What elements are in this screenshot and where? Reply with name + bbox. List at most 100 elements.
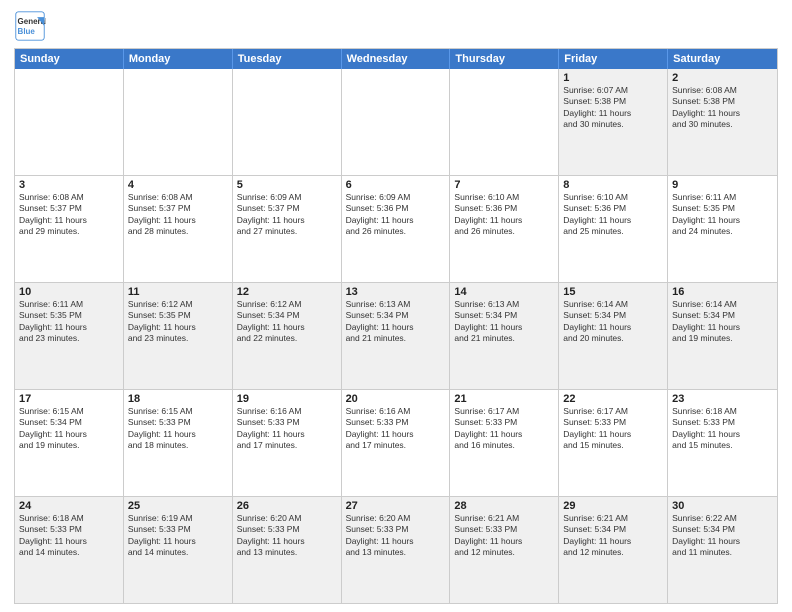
day-info: Sunrise: 6:13 AM Sunset: 5:34 PM Dayligh…: [346, 299, 446, 345]
day-number: 3: [19, 179, 119, 191]
day-cell-14: 14Sunrise: 6:13 AM Sunset: 5:34 PM Dayli…: [450, 283, 559, 389]
logo: General Blue: [14, 10, 46, 42]
day-cell-24: 24Sunrise: 6:18 AM Sunset: 5:33 PM Dayli…: [15, 497, 124, 603]
day-cell-30: 30Sunrise: 6:22 AM Sunset: 5:34 PM Dayli…: [668, 497, 777, 603]
header: General Blue: [14, 10, 778, 42]
empty-cell-0-4: [450, 69, 559, 175]
day-number: 5: [237, 179, 337, 191]
day-info: Sunrise: 6:14 AM Sunset: 5:34 PM Dayligh…: [672, 299, 773, 345]
day-number: 6: [346, 179, 446, 191]
day-info: Sunrise: 6:20 AM Sunset: 5:33 PM Dayligh…: [346, 513, 446, 559]
day-cell-20: 20Sunrise: 6:16 AM Sunset: 5:33 PM Dayli…: [342, 390, 451, 496]
calendar-row-5: 24Sunrise: 6:18 AM Sunset: 5:33 PM Dayli…: [15, 496, 777, 603]
day-number: 4: [128, 179, 228, 191]
day-info: Sunrise: 6:17 AM Sunset: 5:33 PM Dayligh…: [563, 406, 663, 452]
day-info: Sunrise: 6:07 AM Sunset: 5:38 PM Dayligh…: [563, 85, 663, 131]
day-number: 20: [346, 393, 446, 405]
day-info: Sunrise: 6:12 AM Sunset: 5:35 PM Dayligh…: [128, 299, 228, 345]
day-info: Sunrise: 6:15 AM Sunset: 5:34 PM Dayligh…: [19, 406, 119, 452]
day-cell-27: 27Sunrise: 6:20 AM Sunset: 5:33 PM Dayli…: [342, 497, 451, 603]
day-number: 29: [563, 500, 663, 512]
calendar-header: SundayMondayTuesdayWednesdayThursdayFrid…: [15, 49, 777, 69]
day-number: 10: [19, 286, 119, 298]
day-cell-26: 26Sunrise: 6:20 AM Sunset: 5:33 PM Dayli…: [233, 497, 342, 603]
day-number: 14: [454, 286, 554, 298]
day-number: 8: [563, 179, 663, 191]
day-cell-12: 12Sunrise: 6:12 AM Sunset: 5:34 PM Dayli…: [233, 283, 342, 389]
day-number: 18: [128, 393, 228, 405]
day-info: Sunrise: 6:11 AM Sunset: 5:35 PM Dayligh…: [672, 192, 773, 238]
calendar-row-4: 17Sunrise: 6:15 AM Sunset: 5:34 PM Dayli…: [15, 389, 777, 496]
empty-cell-0-3: [342, 69, 451, 175]
day-info: Sunrise: 6:16 AM Sunset: 5:33 PM Dayligh…: [237, 406, 337, 452]
weekday-header-sunday: Sunday: [15, 49, 124, 69]
day-cell-6: 6Sunrise: 6:09 AM Sunset: 5:36 PM Daylig…: [342, 176, 451, 282]
day-info: Sunrise: 6:12 AM Sunset: 5:34 PM Dayligh…: [237, 299, 337, 345]
day-number: 27: [346, 500, 446, 512]
logo-icon: General Blue: [14, 10, 46, 42]
day-cell-29: 29Sunrise: 6:21 AM Sunset: 5:34 PM Dayli…: [559, 497, 668, 603]
day-cell-4: 4Sunrise: 6:08 AM Sunset: 5:37 PM Daylig…: [124, 176, 233, 282]
calendar-body: 1Sunrise: 6:07 AM Sunset: 5:38 PM Daylig…: [15, 69, 777, 603]
day-number: 19: [237, 393, 337, 405]
day-cell-1: 1Sunrise: 6:07 AM Sunset: 5:38 PM Daylig…: [559, 69, 668, 175]
day-info: Sunrise: 6:08 AM Sunset: 5:38 PM Dayligh…: [672, 85, 773, 131]
day-info: Sunrise: 6:14 AM Sunset: 5:34 PM Dayligh…: [563, 299, 663, 345]
day-number: 16: [672, 286, 773, 298]
weekday-header-monday: Monday: [124, 49, 233, 69]
day-cell-2: 2Sunrise: 6:08 AM Sunset: 5:38 PM Daylig…: [668, 69, 777, 175]
day-cell-7: 7Sunrise: 6:10 AM Sunset: 5:36 PM Daylig…: [450, 176, 559, 282]
day-number: 24: [19, 500, 119, 512]
day-number: 9: [672, 179, 773, 191]
day-info: Sunrise: 6:16 AM Sunset: 5:33 PM Dayligh…: [346, 406, 446, 452]
day-cell-16: 16Sunrise: 6:14 AM Sunset: 5:34 PM Dayli…: [668, 283, 777, 389]
day-number: 26: [237, 500, 337, 512]
day-cell-3: 3Sunrise: 6:08 AM Sunset: 5:37 PM Daylig…: [15, 176, 124, 282]
day-number: 21: [454, 393, 554, 405]
day-info: Sunrise: 6:09 AM Sunset: 5:37 PM Dayligh…: [237, 192, 337, 238]
day-info: Sunrise: 6:18 AM Sunset: 5:33 PM Dayligh…: [19, 513, 119, 559]
day-number: 12: [237, 286, 337, 298]
svg-text:Blue: Blue: [18, 27, 36, 36]
day-info: Sunrise: 6:08 AM Sunset: 5:37 PM Dayligh…: [19, 192, 119, 238]
day-cell-15: 15Sunrise: 6:14 AM Sunset: 5:34 PM Dayli…: [559, 283, 668, 389]
empty-cell-0-2: [233, 69, 342, 175]
calendar-row-2: 3Sunrise: 6:08 AM Sunset: 5:37 PM Daylig…: [15, 175, 777, 282]
day-number: 30: [672, 500, 773, 512]
day-info: Sunrise: 6:21 AM Sunset: 5:33 PM Dayligh…: [454, 513, 554, 559]
day-info: Sunrise: 6:10 AM Sunset: 5:36 PM Dayligh…: [563, 192, 663, 238]
day-info: Sunrise: 6:11 AM Sunset: 5:35 PM Dayligh…: [19, 299, 119, 345]
calendar: SundayMondayTuesdayWednesdayThursdayFrid…: [14, 48, 778, 604]
day-info: Sunrise: 6:22 AM Sunset: 5:34 PM Dayligh…: [672, 513, 773, 559]
day-info: Sunrise: 6:17 AM Sunset: 5:33 PM Dayligh…: [454, 406, 554, 452]
day-cell-19: 19Sunrise: 6:16 AM Sunset: 5:33 PM Dayli…: [233, 390, 342, 496]
weekday-header-saturday: Saturday: [668, 49, 777, 69]
day-number: 15: [563, 286, 663, 298]
day-cell-13: 13Sunrise: 6:13 AM Sunset: 5:34 PM Dayli…: [342, 283, 451, 389]
day-cell-8: 8Sunrise: 6:10 AM Sunset: 5:36 PM Daylig…: [559, 176, 668, 282]
day-info: Sunrise: 6:08 AM Sunset: 5:37 PM Dayligh…: [128, 192, 228, 238]
day-info: Sunrise: 6:18 AM Sunset: 5:33 PM Dayligh…: [672, 406, 773, 452]
day-number: 23: [672, 393, 773, 405]
day-number: 28: [454, 500, 554, 512]
calendar-row-1: 1Sunrise: 6:07 AM Sunset: 5:38 PM Daylig…: [15, 69, 777, 175]
empty-cell-0-1: [124, 69, 233, 175]
weekday-header-tuesday: Tuesday: [233, 49, 342, 69]
day-info: Sunrise: 6:15 AM Sunset: 5:33 PM Dayligh…: [128, 406, 228, 452]
weekday-header-friday: Friday: [559, 49, 668, 69]
day-number: 13: [346, 286, 446, 298]
day-cell-22: 22Sunrise: 6:17 AM Sunset: 5:33 PM Dayli…: [559, 390, 668, 496]
day-number: 11: [128, 286, 228, 298]
day-cell-5: 5Sunrise: 6:09 AM Sunset: 5:37 PM Daylig…: [233, 176, 342, 282]
page: General Blue SundayMondayTuesdayWednesda…: [0, 0, 792, 612]
day-info: Sunrise: 6:13 AM Sunset: 5:34 PM Dayligh…: [454, 299, 554, 345]
weekday-header-wednesday: Wednesday: [342, 49, 451, 69]
weekday-header-thursday: Thursday: [450, 49, 559, 69]
day-number: 22: [563, 393, 663, 405]
day-number: 25: [128, 500, 228, 512]
day-cell-17: 17Sunrise: 6:15 AM Sunset: 5:34 PM Dayli…: [15, 390, 124, 496]
calendar-row-3: 10Sunrise: 6:11 AM Sunset: 5:35 PM Dayli…: [15, 282, 777, 389]
day-cell-28: 28Sunrise: 6:21 AM Sunset: 5:33 PM Dayli…: [450, 497, 559, 603]
day-info: Sunrise: 6:09 AM Sunset: 5:36 PM Dayligh…: [346, 192, 446, 238]
empty-cell-0-0: [15, 69, 124, 175]
